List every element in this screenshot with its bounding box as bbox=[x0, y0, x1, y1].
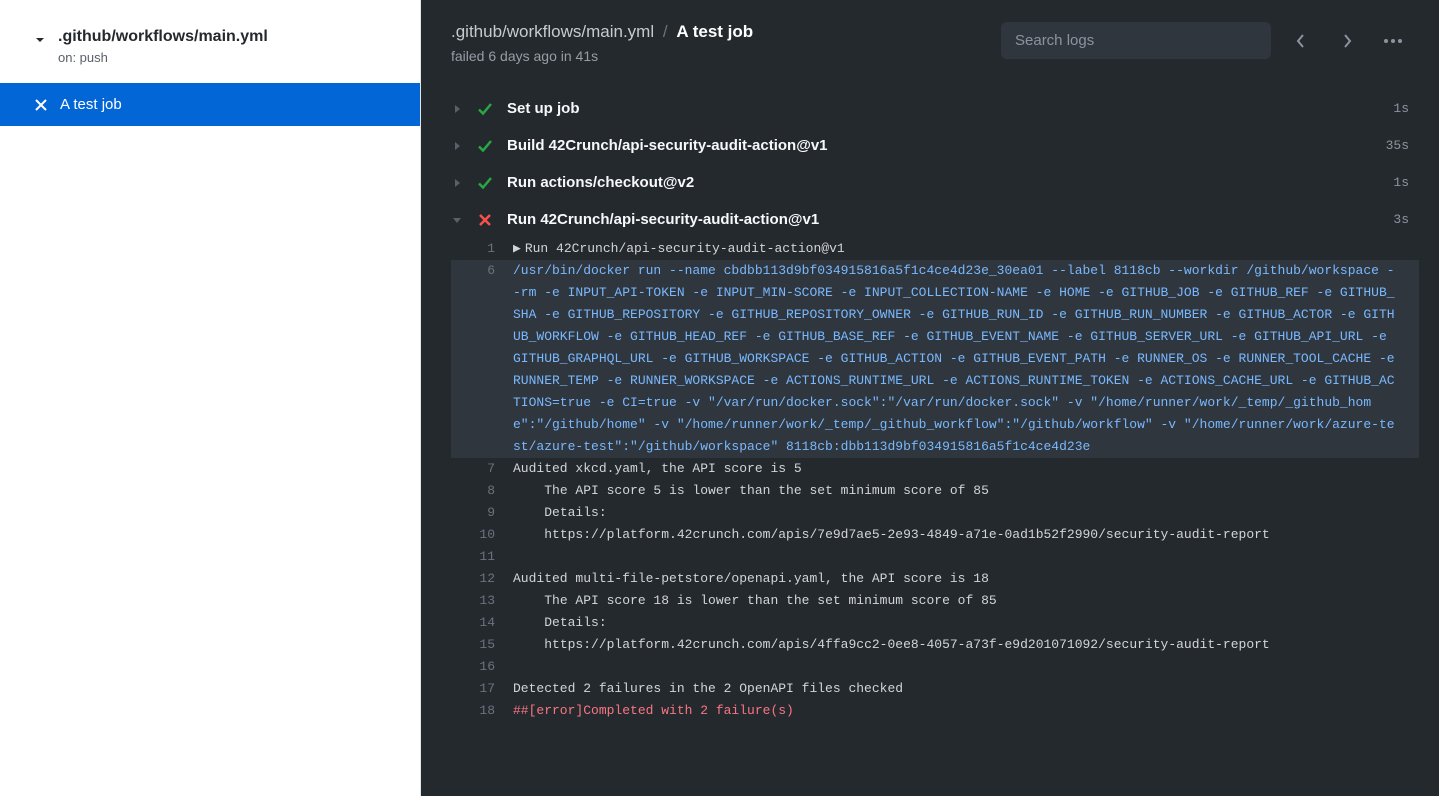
log-line[interactable]: 14 Details: bbox=[451, 612, 1439, 634]
log-line[interactable]: 7 Audited xkcd.yaml, the API score is 5 bbox=[451, 458, 1439, 480]
workflow-header[interactable]: .github/workflows/main.yml on: push bbox=[0, 0, 420, 83]
line-number: 9 bbox=[451, 502, 513, 524]
search-logs-input[interactable] bbox=[1001, 22, 1271, 59]
check-success-icon bbox=[477, 138, 493, 154]
main-header: .github/workflows/main.yml / A test job … bbox=[421, 0, 1439, 82]
step-build-action[interactable]: Build 42Crunch/api-security-audit-action… bbox=[421, 127, 1439, 164]
log-line[interactable]: 16 bbox=[451, 656, 1439, 678]
check-success-icon bbox=[477, 175, 493, 191]
step-duration: 1s bbox=[1393, 175, 1409, 190]
check-success-icon bbox=[477, 101, 493, 117]
step-duration: 1s bbox=[1393, 101, 1409, 116]
line-number: 11 bbox=[451, 546, 513, 568]
fold-caret-icon[interactable]: ▶ bbox=[513, 238, 521, 260]
log-line[interactable]: 12 Audited multi-file-petstore/openapi.y… bbox=[451, 568, 1439, 590]
breadcrumb: .github/workflows/main.yml / A test job bbox=[451, 22, 753, 42]
log-line[interactable]: 9 Details: bbox=[451, 502, 1439, 524]
step-duration: 3s bbox=[1393, 212, 1409, 227]
log-line[interactable]: 17 Detected 2 failures in the 2 OpenAPI … bbox=[451, 678, 1439, 700]
log-line[interactable]: 10 https://platform.42crunch.com/apis/7e… bbox=[451, 524, 1439, 546]
log-line[interactable]: 8 The API score 5 is lower than the set … bbox=[451, 480, 1439, 502]
line-content: https://platform.42crunch.com/apis/4ffa9… bbox=[513, 634, 1439, 656]
log-line[interactable]: 11 bbox=[451, 546, 1439, 568]
line-content: ▶Run 42Crunch/api-security-audit-action@… bbox=[513, 238, 1439, 260]
line-content: Details: bbox=[513, 502, 1439, 524]
step-duration: 35s bbox=[1386, 138, 1409, 153]
breadcrumb-current: A test job bbox=[676, 22, 753, 41]
line-number: 6 bbox=[451, 260, 513, 282]
log-line[interactable]: 6 /usr/bin/docker run --name cbdbb113d9b… bbox=[451, 260, 1419, 458]
line-content: /usr/bin/docker run --name cbdbb113d9bf0… bbox=[513, 260, 1419, 458]
main-panel: .github/workflows/main.yml / A test job … bbox=[421, 0, 1439, 796]
breadcrumb-path[interactable]: .github/workflows/main.yml bbox=[451, 22, 654, 41]
workflow-trigger: on: push bbox=[58, 50, 268, 65]
log-line[interactable]: 1 ▶Run 42Crunch/api-security-audit-actio… bbox=[451, 238, 1439, 260]
step-set-up-job[interactable]: Set up job 1s bbox=[421, 90, 1439, 127]
line-number: 8 bbox=[451, 480, 513, 502]
step-name: Build 42Crunch/api-security-audit-action… bbox=[507, 137, 1372, 154]
step-name: Run 42Crunch/api-security-audit-action@v… bbox=[507, 211, 1379, 228]
line-content: Audited xkcd.yaml, the API score is 5 bbox=[513, 458, 1439, 480]
job-status-text: failed 6 days ago in 41s bbox=[451, 48, 753, 64]
line-number: 12 bbox=[451, 568, 513, 590]
line-content: Detected 2 failures in the 2 OpenAPI fil… bbox=[513, 678, 1439, 700]
log-line[interactable]: 13 The API score 18 is lower than the se… bbox=[451, 590, 1439, 612]
x-fail-icon bbox=[477, 212, 493, 228]
line-content: The API score 18 is lower than the set m… bbox=[513, 590, 1439, 612]
step-name: Run actions/checkout@v2 bbox=[507, 174, 1379, 191]
prev-result-button[interactable] bbox=[1285, 25, 1317, 57]
sidebar: .github/workflows/main.yml on: push A te… bbox=[0, 0, 421, 796]
line-content: Details: bbox=[513, 612, 1439, 634]
line-number: 10 bbox=[451, 524, 513, 546]
line-number: 16 bbox=[451, 656, 513, 678]
log-line[interactable]: 18 ##[error]Completed with 2 failure(s) bbox=[451, 700, 1439, 722]
sidebar-job-label: A test job bbox=[60, 96, 122, 113]
caret-right-icon bbox=[451, 140, 463, 152]
line-number: 15 bbox=[451, 634, 513, 656]
chevron-down-icon bbox=[32, 32, 48, 48]
step-name: Set up job bbox=[507, 100, 1379, 117]
line-number: 18 bbox=[451, 700, 513, 722]
sidebar-job-item[interactable]: A test job bbox=[0, 83, 420, 126]
workflow-title: .github/workflows/main.yml bbox=[58, 28, 268, 46]
line-number: 1 bbox=[451, 238, 513, 260]
log-line[interactable]: 15 https://platform.42crunch.com/apis/4f… bbox=[451, 634, 1439, 656]
caret-down-icon bbox=[451, 214, 463, 226]
line-content: Audited multi-file-petstore/openapi.yaml… bbox=[513, 568, 1439, 590]
options-menu-button[interactable] bbox=[1377, 25, 1409, 57]
line-content: The API score 5 is lower than the set mi… bbox=[513, 480, 1439, 502]
step-run-audit[interactable]: Run 42Crunch/api-security-audit-action@v… bbox=[421, 201, 1439, 238]
next-result-button[interactable] bbox=[1331, 25, 1363, 57]
x-fail-icon bbox=[34, 98, 48, 112]
line-number: 14 bbox=[451, 612, 513, 634]
breadcrumb-separator: / bbox=[663, 22, 668, 41]
log-output: 1 ▶Run 42Crunch/api-security-audit-actio… bbox=[421, 238, 1439, 722]
steps-list: Set up job 1s Build 42Crunch/api-securit… bbox=[421, 82, 1439, 796]
caret-right-icon bbox=[451, 103, 463, 115]
line-number: 7 bbox=[451, 458, 513, 480]
caret-right-icon bbox=[451, 177, 463, 189]
line-content: ##[error]Completed with 2 failure(s) bbox=[513, 700, 1439, 722]
line-number: 17 bbox=[451, 678, 513, 700]
line-number: 13 bbox=[451, 590, 513, 612]
line-content: https://platform.42crunch.com/apis/7e9d7… bbox=[513, 524, 1439, 546]
step-checkout[interactable]: Run actions/checkout@v2 1s bbox=[421, 164, 1439, 201]
